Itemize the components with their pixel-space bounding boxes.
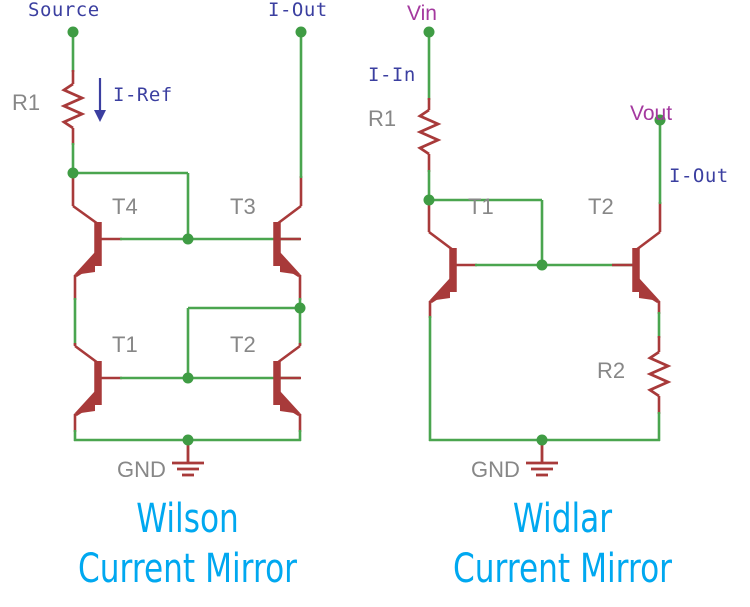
widlar-t1-collector-lead-diag	[428, 230, 454, 252]
widlar-t2-collector-lead-diag	[635, 230, 661, 252]
wilson-node-r1-bottom	[67, 167, 79, 179]
widlar-iin-label: I-In	[368, 64, 416, 86]
wilson-t1-label: T1	[112, 332, 138, 357]
wilson-t2-emitter-arrow	[280, 391, 301, 414]
widlar-t2-label: T2	[588, 194, 614, 219]
widlar-r1-resistor-body	[416, 108, 442, 156]
wilson-gnd-label: GND	[117, 457, 166, 482]
wilson-node-lower-base	[182, 372, 194, 384]
wilson-t3-collector-lead-diag	[276, 204, 302, 226]
widlar-title-line-1: Widlar	[512, 496, 613, 542]
diagram-canvas: Source I-Out R1 I-Ref T4 T3 T1 T2 GND Vi…	[0, 0, 750, 607]
wilson-iref-label: I-Ref	[113, 84, 173, 106]
widlar-iout-label: I-Out	[669, 165, 729, 187]
widlar-r1-label: R1	[368, 106, 397, 131]
wilson-title-line-2: Current Mirror	[77, 546, 298, 592]
wilson-t2-collector-lead-diag	[276, 344, 301, 365]
widlar-vin-terminal-dot	[423, 26, 435, 38]
wilson-node-upper-base	[182, 233, 194, 245]
wilson-current-mirror-circuit	[60, 26, 307, 477]
widlar-current-mirror-circuit	[416, 26, 672, 477]
widlar-vin-label: Vin	[407, 2, 437, 25]
wilson-iout-terminal-dot	[295, 26, 307, 38]
wilson-node-t3-emitter	[294, 302, 306, 314]
widlar-node-ground	[536, 434, 548, 446]
widlar-t1-label: T1	[468, 194, 494, 219]
wilson-node-ground	[182, 434, 194, 446]
wilson-r1-resistor-body	[60, 82, 86, 130]
wilson-r1-label: R1	[12, 90, 41, 115]
widlar-t1-emitter-arrow	[429, 278, 450, 301]
wilson-t3-emitter-arrow	[280, 252, 301, 275]
widlar-vout-label: Vout	[630, 102, 673, 125]
widlar-gnd-label: GND	[471, 457, 520, 482]
wilson-iref-arrow-head	[94, 110, 106, 122]
wilson-source-terminal-dot	[67, 26, 79, 38]
wilson-t4-emitter-arrow	[74, 252, 95, 275]
wilson-t4-label: T4	[112, 194, 138, 219]
wilson-source-label: Source	[28, 0, 100, 21]
widlar-t2-emitter-arrow	[639, 278, 660, 301]
widlar-node-shared-base	[536, 259, 548, 271]
wilson-t2-label: T2	[230, 332, 256, 357]
wilson-t3-label: T3	[230, 194, 256, 219]
wilson-iout-label: I-Out	[268, 0, 328, 21]
widlar-r2-label: R2	[597, 358, 626, 383]
widlar-title-line-2: Current Mirror	[452, 546, 673, 592]
wilson-t4-collector-lead-diag	[72, 204, 99, 226]
widlar-r2-resistor-body	[646, 350, 672, 398]
widlar-node-r1-bottom	[423, 194, 435, 206]
wilson-title-line-1: Wilson	[136, 496, 239, 542]
wilson-t1-emitter-arrow	[74, 391, 95, 414]
wilson-t1-collector-lead-diag	[74, 344, 99, 365]
